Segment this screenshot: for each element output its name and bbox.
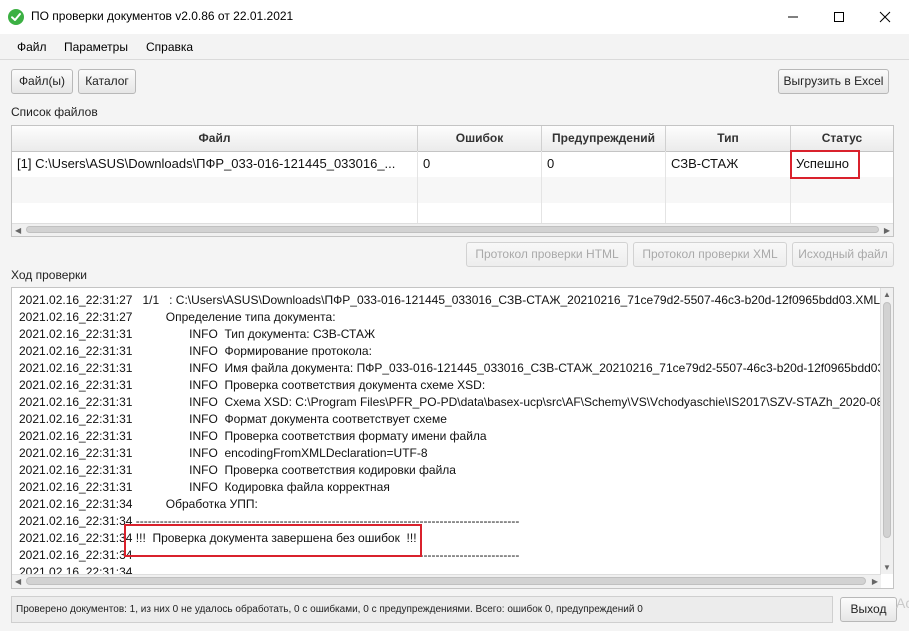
log-line: 2021.02.16_22:31:34 Обработка УПП: [19,497,258,511]
close-icon [879,11,891,23]
log-vertical-scrollbar[interactable]: ▲ ▼ [880,288,893,574]
status-highlight-box [790,150,860,179]
file-table: Файл Ошибок Предупреждений Тип Статус [1… [11,125,894,237]
files-button[interactable]: Файл(ы) [11,69,73,94]
minimize-button[interactable] [770,0,816,33]
column-header-type[interactable]: Тип [666,126,791,151]
table-header: Файл Ошибок Предупреждений Тип Статус [12,126,893,152]
exit-button[interactable]: Выход [840,597,897,622]
status-bar: Проверено документов: 1, из них 0 не уда… [11,596,833,623]
empty-cell [542,177,666,203]
close-button[interactable] [862,0,908,33]
scrollbar-thumb[interactable] [26,226,879,233]
cell-errors: 0 [418,151,542,177]
log-line: 2021.02.16_22:31:27 Определение типа док… [19,310,336,324]
log-line: 2021.02.16_22:31:31 INFO Проверка соотве… [19,378,486,392]
success-highlight-box [124,524,422,557]
activation-watermark: Ac [896,595,909,611]
cell-type: СЗВ-СТАЖ [666,151,791,177]
log-line: 2021.02.16_22:31:31 INFO Имя файла докум… [19,361,894,375]
menu-help[interactable]: Справка [146,40,193,54]
protocol-html-button[interactable]: Протокол проверки HTML [466,242,628,267]
log-line: 2021.02.16_22:31:31 INFO Проверка соотве… [19,429,487,443]
maximize-button[interactable] [816,0,862,33]
table-row[interactable]: [1] C:\Users\ASUS\Downloads\ПФР_033-016-… [12,151,893,177]
empty-cell [418,203,542,223]
export-excel-button[interactable]: Выгрузить в Excel [778,69,889,94]
empty-cell [418,177,542,203]
log-line: 2021.02.16_22:31:31 INFO Тип документа: … [19,327,376,341]
scrollbar-thumb[interactable] [883,302,891,538]
menu-file[interactable]: Файл [17,40,47,54]
log-line: 2021.02.16_22:31:31 INFO Проверка соотве… [19,463,456,477]
menu-params[interactable]: Параметры [64,40,128,54]
source-file-button[interactable]: Исходный файл [792,242,894,267]
log-line: 2021.02.16_22:31:31 INFO Кодировка файла… [19,480,390,494]
check-circle-icon [8,9,24,25]
empty-cell [12,203,418,223]
log-line: 2021.02.16_22:31:31 INFO Схема XSD: C:\P… [19,395,894,409]
empty-cell [542,203,666,223]
log-line: 2021.02.16_22:31:27 1/1 : C:\Users\ASUS\… [19,293,881,307]
table-row-empty [12,177,893,203]
empty-cell [12,177,418,203]
column-header-errors[interactable]: Ошибок [418,126,542,151]
scroll-right-icon[interactable]: ▶ [884,226,890,235]
log-label: Ход проверки [11,268,88,282]
log-line: 2021.02.16_22:31:31 INFO Формат документ… [19,412,447,426]
minimize-icon [788,16,798,18]
empty-cell [666,203,791,223]
cell-file: [1] C:\Users\ASUS\Downloads\ПФР_033-016-… [12,151,418,177]
protocol-xml-button[interactable]: Протокол проверки XML [633,242,787,267]
empty-cell [666,177,791,203]
scrollbar-thumb[interactable] [26,577,866,585]
column-header-status[interactable]: Статус [791,126,893,151]
log-horizontal-scrollbar[interactable]: ◀ ▶ [12,574,881,588]
scroll-left-icon[interactable]: ◀ [15,226,21,235]
menu-bar: Файл Параметры Справка [0,34,909,60]
main-area: Файл(ы) Каталог Выгрузить в Excel Список… [0,60,909,631]
scroll-left-icon[interactable]: ◀ [15,577,21,586]
scroll-up-icon[interactable]: ▲ [883,290,891,299]
window-title: ПО проверки документов v2.0.86 от 22.01.… [31,9,294,23]
maximize-icon [834,12,844,22]
title-bar: ПО проверки документов v2.0.86 от 22.01.… [0,0,909,33]
log-line: 2021.02.16_22:31:31 INFO Формирование пр… [19,344,372,358]
column-header-warnings[interactable]: Предупреждений [542,126,666,151]
scroll-right-icon[interactable]: ▶ [872,577,878,586]
log-line: 2021.02.16_22:31:31 INFO encodingFromXML… [19,446,428,460]
cell-warnings: 0 [542,151,666,177]
table-row-empty [12,203,893,223]
table-horizontal-scrollbar[interactable]: ◀ ▶ [12,223,893,236]
file-list-label: Список файлов [11,105,98,119]
catalog-button[interactable]: Каталог [78,69,136,94]
column-header-file[interactable]: Файл [12,126,418,151]
scroll-down-icon[interactable]: ▼ [883,563,891,572]
